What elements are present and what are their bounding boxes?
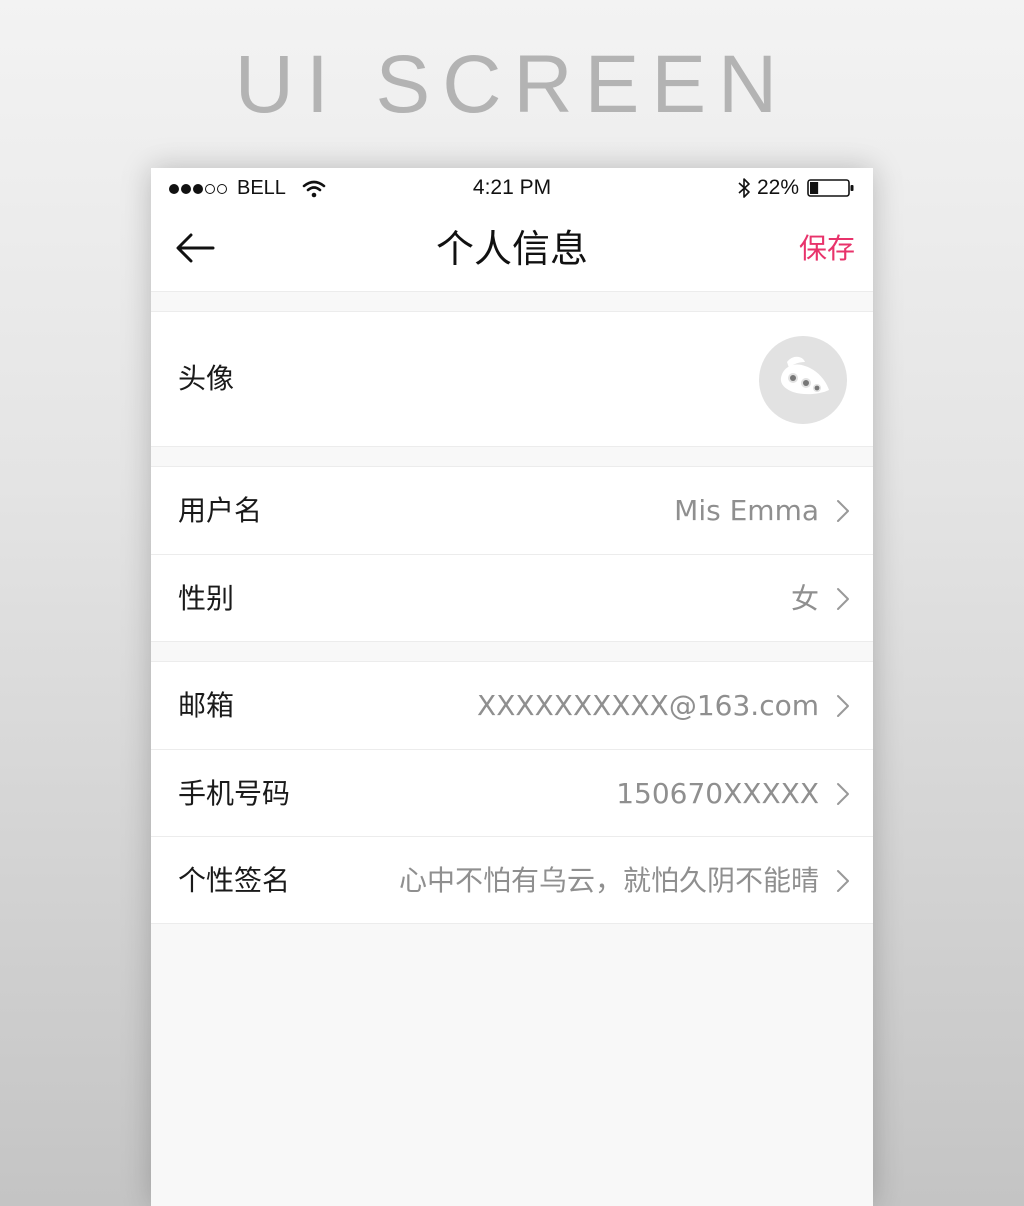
status-bar: BELL 4:21 PM 22% <box>151 168 873 210</box>
chevron-right-icon <box>837 695 849 717</box>
save-button[interactable]: 保存 <box>799 230 855 268</box>
avatar-row[interactable]: 头像 <box>151 312 873 446</box>
signature-value: 心中不怕有乌云，就怕久阴不能晴 <box>398 864 819 897</box>
chevron-right-icon <box>837 783 849 805</box>
chevron-right-icon <box>837 870 849 892</box>
chevron-right-icon <box>837 500 849 522</box>
signature-label: 个性签名 <box>178 864 291 897</box>
phone-row[interactable]: 手机号码 150670XXXXX <box>151 749 873 836</box>
avatar-label: 头像 <box>178 362 235 395</box>
battery-icon <box>807 179 854 197</box>
nav-bar: 个人信息 保存 <box>151 210 873 292</box>
username-row[interactable]: 用户名 Mis Emma <box>151 467 873 554</box>
peas-icon <box>780 356 829 395</box>
avatar-section: 头像 <box>151 311 873 447</box>
basic-info-section: 用户名 Mis Emma 性别 女 <box>151 466 873 642</box>
battery-percentage: 22% <box>756 176 799 199</box>
status-right: 22% <box>737 176 855 200</box>
gender-row[interactable]: 性别 女 <box>151 554 873 641</box>
email-value: XXXXXXXXXX@163.com <box>477 689 819 722</box>
username-value: Mis Emma <box>674 494 819 527</box>
chevron-right-icon <box>837 588 849 610</box>
email-label: 邮箱 <box>178 689 235 722</box>
username-label: 用户名 <box>178 494 263 527</box>
bluetooth-icon <box>738 178 750 198</box>
phone-label: 手机号码 <box>178 777 291 810</box>
email-row[interactable]: 邮箱 XXXXXXXXXX@163.com <box>151 662 873 749</box>
avatar[interactable] <box>759 336 847 424</box>
phone-value: 150670XXXXX <box>616 777 819 810</box>
signature-row[interactable]: 个性签名 心中不怕有乌云，就怕久阴不能晴 <box>151 836 873 923</box>
page-title: 个人信息 <box>435 227 588 271</box>
gender-label: 性别 <box>178 582 235 615</box>
poster-title: UI SCREEN <box>234 39 790 130</box>
gender-value: 女 <box>790 582 819 615</box>
phone-screen: BELL 4:21 PM 22% 个人信息 保存 头像 用户名 Mis Emma… <box>151 168 873 1206</box>
contact-section: 邮箱 XXXXXXXXXX@163.com 手机号码 150670XXXXX 个… <box>151 661 873 924</box>
